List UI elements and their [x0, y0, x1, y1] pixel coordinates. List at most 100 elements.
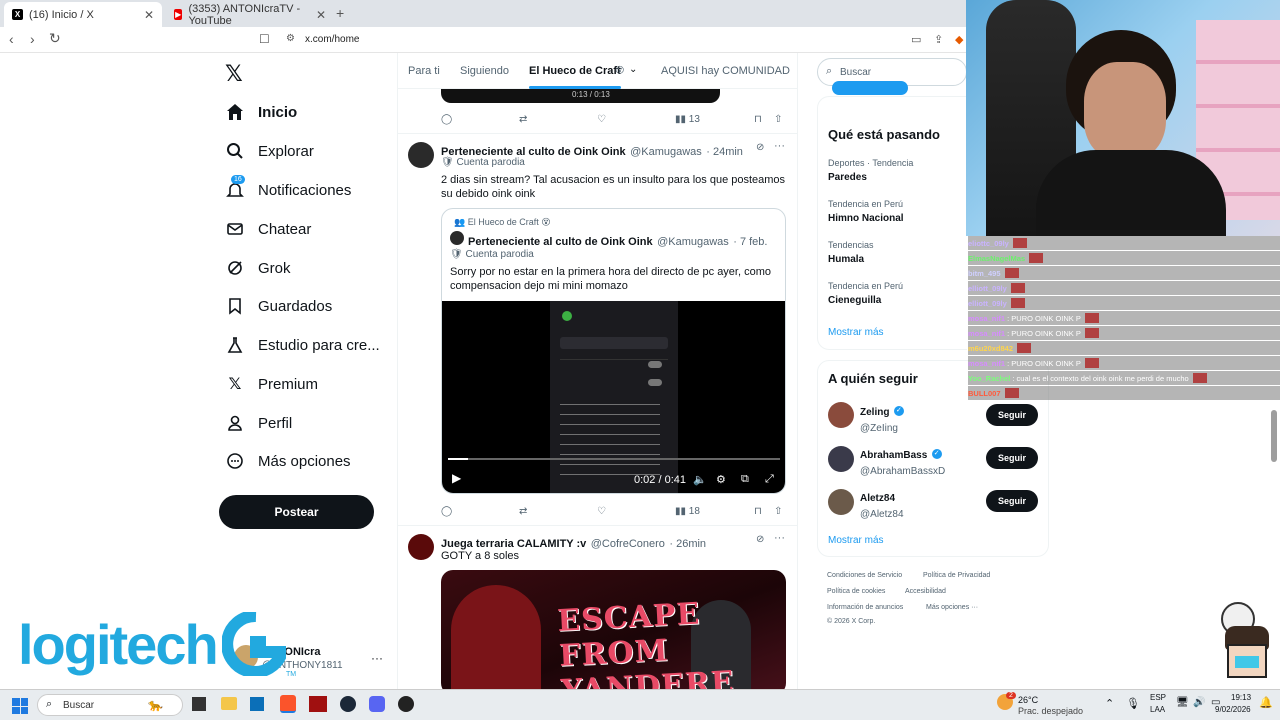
- post-button[interactable]: Postear: [219, 495, 374, 529]
- tab-x-home[interactable]: X (16) Inicio / X ✕: [4, 2, 162, 27]
- windows-start-icon[interactable]: [12, 698, 28, 714]
- notification-center-icon[interactable]: 🔔: [1259, 696, 1273, 709]
- close-icon[interactable]: ✕: [144, 8, 154, 22]
- author-handle[interactable]: @Kamugawas: [630, 146, 702, 158]
- back-icon[interactable]: ‹: [9, 31, 14, 47]
- clock-time[interactable]: 19:13: [1231, 693, 1251, 702]
- retweet-icon[interactable]: ⇄: [519, 114, 527, 125]
- obs-icon[interactable]: [398, 696, 414, 712]
- nav-explore[interactable]: Explorar: [226, 139, 314, 163]
- chevron-down-icon[interactable]: ⌄: [629, 64, 637, 75]
- grok-icon[interactable]: ⊘: [756, 142, 764, 153]
- avatar[interactable]: [828, 402, 854, 428]
- steam-icon[interactable]: [340, 696, 356, 712]
- trend-item[interactable]: Tendencias Humala: [828, 240, 874, 265]
- footer-link[interactable]: Condiciones de Servicio: [827, 572, 902, 579]
- forward-icon[interactable]: ›: [30, 31, 35, 47]
- bookmark-icon[interactable]: ⊓: [754, 506, 762, 517]
- share-icon[interactable]: ⇧: [774, 114, 782, 125]
- subscribe-button[interactable]: [832, 81, 908, 95]
- views-icon[interactable]: ▮▮ 18: [675, 506, 700, 517]
- footer-link[interactable]: Política de Privacidad: [923, 572, 990, 579]
- trend-item[interactable]: Tendencia en Perú Cieneguilla: [828, 281, 903, 306]
- avatar[interactable]: [828, 489, 854, 515]
- show-more-link[interactable]: Mostrar más: [828, 327, 884, 338]
- reply-icon[interactable]: ◯: [441, 114, 452, 125]
- avatar[interactable]: [408, 534, 434, 560]
- fullscreen-icon[interactable]: ⤢: [765, 473, 774, 486]
- keyboard-layout[interactable]: LAA: [1150, 705, 1165, 714]
- retweet-icon[interactable]: ⇄: [519, 506, 527, 517]
- account-more-icon[interactable]: ···: [371, 651, 383, 665]
- follow-button[interactable]: Seguir: [986, 490, 1038, 512]
- video-player[interactable]: 0:13 / 0:13: [441, 89, 720, 103]
- task-view-icon[interactable]: [192, 697, 206, 711]
- tab-youtube[interactable]: ▶ (3353) ANTONIcraTV - YouTube ✕: [166, 2, 334, 27]
- cast-icon[interactable]: ▭: [911, 33, 921, 46]
- tab-for-you[interactable]: Para ti: [408, 65, 440, 77]
- nav-more[interactable]: Más opciones: [226, 449, 351, 473]
- tab-el-hueco-de-craft[interactable]: El Hueco de Craft: [529, 65, 621, 77]
- follow-button[interactable]: Seguir: [986, 447, 1038, 469]
- follow-suggestion[interactable]: AbrahamBass ✓ @AbrahamBassxD: [860, 445, 945, 477]
- chevron-up-icon[interactable]: ⌃: [1105, 697, 1114, 710]
- grok-icon[interactable]: ⊘: [756, 534, 764, 545]
- reload-icon[interactable]: ↻: [49, 30, 61, 47]
- share-icon[interactable]: ⇧: [774, 506, 782, 517]
- nav-profile[interactable]: Perfil: [226, 411, 292, 435]
- search-input[interactable]: Buscar: [63, 700, 94, 711]
- avatar[interactable]: [408, 142, 434, 168]
- nav-creator-studio[interactable]: Estudio para cre...: [226, 333, 380, 357]
- tab-following[interactable]: Siguiendo: [460, 65, 509, 77]
- brave-icon[interactable]: ◆: [955, 33, 963, 46]
- close-icon[interactable]: ✕: [316, 8, 326, 22]
- tweet-time[interactable]: · 24min: [706, 146, 743, 158]
- volume-icon[interactable]: 🔈: [693, 473, 707, 486]
- bookmark-page-icon[interactable]: ☐: [259, 32, 270, 46]
- follow-suggestion[interactable]: Aletz84 @Aletz84: [860, 488, 904, 520]
- like-icon[interactable]: ♡: [597, 506, 606, 517]
- tab-aquisi-comunidad[interactable]: AQUISI hay COMUNIDAD: [661, 65, 790, 77]
- discord-icon[interactable]: [369, 696, 385, 712]
- author-handle[interactable]: @CofreConero: [591, 538, 665, 550]
- share-icon[interactable]: ⇪: [934, 33, 943, 46]
- progress-track[interactable]: [448, 458, 780, 460]
- like-icon[interactable]: ♡: [597, 114, 606, 125]
- views-icon[interactable]: ▮▮ 13: [675, 114, 700, 125]
- bookmark-icon[interactable]: ⊓: [754, 114, 762, 125]
- footer-link[interactable]: Más opciones ···: [926, 604, 978, 611]
- follow-suggestion[interactable]: Zeling ✓ @ZeIing: [860, 402, 904, 434]
- url-field[interactable]: x.com/home: [305, 34, 359, 45]
- search-input[interactable]: Buscar: [840, 67, 871, 78]
- pip-icon[interactable]: ⧉: [741, 473, 749, 486]
- store-icon[interactable]: [250, 697, 264, 711]
- x-logo-icon[interactable]: 𝕏: [225, 61, 243, 87]
- follow-button[interactable]: Seguir: [986, 404, 1038, 426]
- nav-grok[interactable]: Grok: [226, 256, 291, 280]
- nav-notifications[interactable]: 16 Notificaciones: [226, 175, 351, 202]
- quoted-tweet[interactable]: 👥 El Hueco de Craft 😵 Perteneciente al c…: [441, 208, 786, 494]
- new-tab-button[interactable]: +: [336, 5, 344, 21]
- play-icon[interactable]: ▶: [452, 471, 461, 485]
- app-icon[interactable]: [309, 696, 327, 712]
- avatar[interactable]: [828, 446, 854, 472]
- video-player[interactable]: ▶ 0:02 / 0:41 🔈 ⚙ ⧉ ⤢: [442, 301, 785, 493]
- network-icon[interactable]: 🖥: [1176, 697, 1189, 708]
- footer-link[interactable]: Política de cookies: [827, 588, 885, 595]
- file-explorer-icon[interactable]: [221, 697, 237, 710]
- tweet-image[interactable]: ESCAPE FROM YANDERE: [441, 570, 786, 689]
- brave-browser-icon[interactable]: [280, 695, 296, 713]
- reply-icon[interactable]: ◯: [441, 506, 452, 517]
- taskbar-search[interactable]: ⌕ Buscar 🐆: [37, 694, 183, 716]
- more-icon[interactable]: ···: [774, 140, 785, 152]
- show-more-link[interactable]: Mostrar más: [828, 535, 884, 546]
- site-info-icon[interactable]: ⚙: [286, 33, 295, 44]
- tweet-time[interactable]: · 26min: [669, 538, 706, 550]
- nav-premium[interactable]: 𝕏 Premium: [226, 372, 318, 396]
- microphone-icon[interactable]: 🎙: [1126, 697, 1140, 710]
- footer-link[interactable]: Accesibilidad: [905, 588, 946, 595]
- settings-icon[interactable]: ⚙: [716, 473, 726, 486]
- scrollbar-thumb[interactable]: [1271, 410, 1277, 462]
- nav-bookmarks[interactable]: Guardados: [226, 294, 332, 318]
- volume-icon[interactable]: 🔊: [1193, 697, 1205, 708]
